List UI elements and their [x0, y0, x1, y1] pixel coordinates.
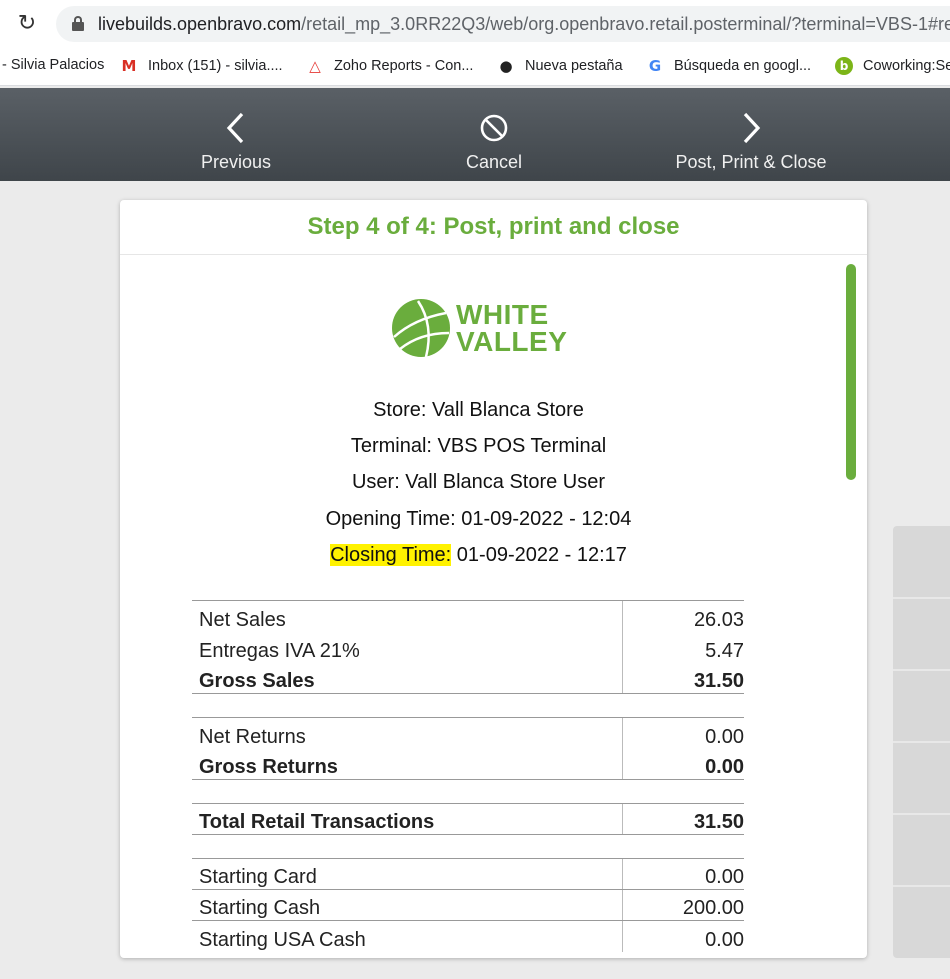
- coworking-icon: b: [835, 57, 853, 75]
- row-value: 0.00: [621, 858, 744, 890]
- table-row: Starting Cash 200.00: [192, 889, 744, 921]
- bookmark-label: Inbox (151) - silvia....: [148, 58, 283, 74]
- step-title: Step 4 of 4: Post, print and close: [307, 213, 680, 240]
- lock-icon[interactable]: [72, 16, 84, 31]
- row-label: Gross Sales: [192, 662, 623, 694]
- side-panel: [893, 526, 950, 958]
- post-print-close-label: Post, Print & Close: [675, 152, 827, 172]
- row-label: Starting USA Cash: [199, 928, 366, 951]
- browser-address-bar: ↻ livebuilds.openbravo.com/retail_mp_3.0…: [0, 0, 950, 48]
- row-value: 0.00: [621, 717, 744, 749]
- bookmark-new-tab[interactable]: ● Nueva pestaña: [497, 57, 623, 75]
- previous-label: Previous: [200, 152, 272, 172]
- closing-time-label: Closing Time:: [330, 544, 452, 566]
- closing-time-value: 01-09-2022 - 12:17: [451, 544, 627, 566]
- white-valley-logo-icon: [392, 299, 450, 358]
- bookmark-zoho[interactable]: △ Zoho Reports - Con...: [306, 57, 473, 75]
- row-value: 5.47: [621, 631, 744, 663]
- cashup-toolbar: Previous Cancel Post, Print & Close: [0, 88, 950, 181]
- row-value: 0.00: [621, 748, 744, 780]
- post-print-close-button[interactable]: Post, Print & Close: [641, 88, 861, 181]
- row-label: Net Sales: [192, 600, 623, 632]
- bookmark-silvia[interactable]: - Silvia Palacios: [2, 57, 104, 73]
- row-value: 31.50: [621, 803, 744, 835]
- reload-icon[interactable]: ↻: [14, 11, 40, 37]
- previous-button[interactable]: Previous: [136, 88, 336, 181]
- row-label: Starting Cash: [192, 889, 623, 921]
- url-field[interactable]: livebuilds.openbravo.com/retail_mp_3.0RR…: [56, 6, 950, 42]
- chevron-left-icon: [226, 112, 244, 144]
- row-label: Starting Card: [192, 858, 623, 890]
- globe-icon: ●: [499, 57, 513, 75]
- table-row: Net Sales 26.03: [192, 600, 744, 632]
- store-line: Store: Vall Blanca Store: [373, 399, 584, 421]
- user-line: User: Vall Blanca Store User: [351, 471, 606, 493]
- zoho-icon: △: [309, 57, 321, 75]
- row-value: 26.03: [621, 600, 744, 632]
- table-row: Gross Sales 31.50: [192, 662, 744, 694]
- google-icon: G: [648, 57, 662, 75]
- closing-time-line: Closing Time: 01-09-2022 - 12:17: [120, 544, 837, 567]
- row-label: Net Returns: [192, 717, 623, 749]
- bookmark-gmail[interactable]: M Inbox (151) - silvia....: [120, 57, 283, 75]
- bookmark-label: Nueva pestaña: [525, 58, 623, 74]
- cashup-report-table: Net Sales 26.03 Entregas IVA 21% 5.47 Gr…: [192, 600, 744, 952]
- cashup-step-card: Step 4 of 4: Post, print and close WHITE…: [120, 200, 867, 958]
- table-row: Gross Returns 0.00: [192, 748, 744, 780]
- gmail-icon: M: [121, 57, 137, 75]
- bookmark-label: Zoho Reports - Con...: [334, 58, 474, 74]
- terminal-line: Terminal: VBS POS Terminal: [350, 435, 607, 457]
- row-label: Gross Returns: [192, 748, 623, 780]
- scrollbar-thumb[interactable]: [846, 264, 856, 480]
- row-label: Entregas IVA 21%: [199, 639, 360, 662]
- table-row: Net Returns 0.00: [192, 717, 744, 749]
- bookmark-label: Coworking:Se: [863, 58, 950, 74]
- table-row: Total Retail Transactions 31.50: [192, 803, 744, 835]
- bookmark-label: - Silvia Palacios: [2, 57, 105, 73]
- chevron-right-icon: [743, 112, 761, 144]
- bookmarks-bar: - Silvia Palacios M Inbox (151) - silvia…: [0, 48, 950, 86]
- cancel-label: Cancel: [465, 152, 523, 172]
- cancel-button[interactable]: Cancel: [394, 88, 594, 181]
- row-value: 31.50: [621, 662, 744, 694]
- cancel-icon: [480, 114, 508, 142]
- bookmark-label: Búsqueda en googl...: [674, 58, 812, 74]
- row-value: 0.00: [621, 920, 744, 952]
- card-header: Step 4 of 4: Post, print and close: [120, 200, 867, 255]
- logo-text: WHITE VALLEY: [456, 299, 568, 357]
- bookmark-google[interactable]: G Búsqueda en googl...: [646, 57, 811, 75]
- table-row: Starting USA Cash 0.00: [192, 920, 744, 952]
- row-label: Total Retail Transactions: [192, 803, 623, 835]
- opening-time-line: Opening Time: 01-09-2022 - 12:04: [325, 508, 632, 530]
- white-valley-logo: WHITE VALLEY: [390, 297, 570, 361]
- table-row: Entregas IVA 21% 5.47: [192, 631, 744, 663]
- table-row: Starting Card 0.00: [192, 858, 744, 890]
- bookmark-coworking[interactable]: b Coworking:Se: [835, 57, 950, 75]
- url-text[interactable]: livebuilds.openbravo.com/retail_mp_3.0RR…: [98, 14, 950, 35]
- row-value: 200.00: [621, 889, 744, 921]
